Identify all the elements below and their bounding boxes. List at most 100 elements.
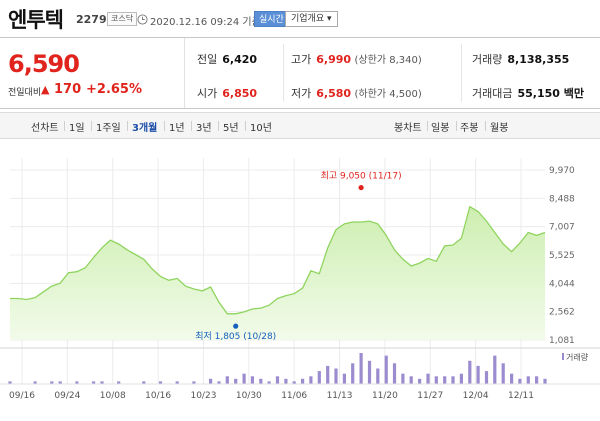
volume-bar (359, 353, 363, 384)
tab-separator (218, 121, 219, 131)
stat-label: 거래대금 (472, 87, 513, 100)
price-panel: 6,590 전일대비 ▲ 170 +2.65% (0, 38, 185, 108)
tab-3year[interactable]: 3년 (196, 119, 212, 134)
divider (283, 44, 284, 102)
volume-bar (259, 378, 263, 384)
volume-bar (426, 373, 430, 384)
y-tick-label: 7,007 (549, 223, 575, 233)
volume-bar (225, 376, 229, 385)
volume-bar (284, 378, 288, 384)
tab-separator (245, 121, 246, 131)
volume-legend-swatch (562, 353, 564, 360)
tab-separator (427, 121, 428, 131)
stock-header: 엔투텍 227950 코스닥 2020.12.16 09:24 기준(장중) 실… (0, 0, 600, 36)
chart-period-tabs: 선차트 1일 1주일 3개월 1년 3년 5년 10년 봉차트 일봉 주봉 월봉 (0, 112, 600, 139)
x-tick-label: 11/20 (372, 391, 398, 401)
volume-bar (275, 376, 280, 385)
tab-5year[interactable]: 5년 (223, 119, 239, 134)
volume-bar (317, 371, 321, 384)
stat-label: 고가 (291, 53, 312, 66)
y-tick-label: 5,525 (549, 251, 575, 261)
clock-icon (137, 14, 148, 25)
stat-value: 8,138,355 (507, 53, 570, 66)
x-tick-label: 11/06 (281, 391, 307, 401)
volume-bar (326, 365, 330, 384)
company-overview-dropdown[interactable]: 기업개요 ▾ (285, 11, 338, 27)
change-label: 전일대비 (8, 88, 42, 98)
stat-low: 저가 6,580 (하한가 4,500) (291, 85, 422, 101)
line-chart-label: 선차트 (31, 123, 59, 134)
tab-1week[interactable]: 1주일 (96, 119, 121, 134)
stat-trade-amount: 거래대금 55,150 백만 (472, 85, 584, 101)
stat-label: 저가 (291, 87, 312, 100)
tab-monthly-candle[interactable]: 월봉 (490, 119, 508, 134)
tab-separator (64, 121, 65, 131)
volume-bar (484, 371, 489, 384)
volume-bar (376, 368, 380, 384)
volume-bar (510, 373, 514, 384)
volume-bar (476, 365, 480, 384)
volume-bar (250, 376, 254, 385)
low-marker (233, 323, 239, 329)
stat-value: 6,580 (316, 87, 352, 100)
divider (461, 44, 462, 102)
volume-bar (342, 373, 346, 384)
volume-bar (351, 363, 355, 384)
tab-10year[interactable]: 10년 (250, 119, 272, 134)
x-tick-label: 10/16 (145, 391, 171, 401)
tab-3month[interactable]: 3개월 (132, 119, 157, 134)
realtime-button[interactable]: 실시간 (254, 11, 289, 27)
x-tick-label: 12/04 (463, 391, 489, 401)
tab-separator (91, 121, 92, 131)
volume-bar (234, 378, 238, 384)
x-tick-label: 12/11 (508, 391, 534, 401)
y-tick-label: 2,562 (549, 308, 575, 318)
y-tick-label: 9,970 (549, 166, 575, 176)
stat-high: 고가 6,990 (상한가 8,340) (291, 51, 422, 67)
volume-bar (409, 376, 413, 385)
volume-bar (367, 360, 372, 385)
volume-bar (459, 373, 463, 384)
price-chart[interactable]: 9,970 8,488 7,007 5,525 4,044 2,562 1,081 09/16… (0, 148, 600, 421)
volume-bar (443, 376, 447, 385)
stat-sub: (상한가 8,340) (354, 55, 422, 66)
volume-bar (242, 373, 246, 384)
tab-1year[interactable]: 1년 (169, 119, 185, 134)
y-tick-label: 4,044 (549, 279, 575, 289)
tab-separator (456, 121, 457, 131)
x-tick-label: 09/24 (54, 391, 80, 401)
tab-separator (127, 121, 128, 131)
volume-bar (468, 360, 472, 385)
stock-name: 엔투텍 (8, 8, 64, 32)
tab-1day[interactable]: 1일 (69, 119, 85, 134)
market-badge: 코스닥 (107, 12, 138, 26)
volume-bar (209, 378, 213, 384)
tab-separator (485, 121, 486, 131)
quote-summary: 6,590 전일대비 ▲ 170 +2.65% 전일 6,420 시가 6,850 … (0, 37, 600, 109)
volume-bar (301, 378, 305, 384)
volume-bar (334, 368, 338, 384)
up-arrow-icon: ▲ (41, 83, 50, 96)
x-tick-label: 11/27 (417, 391, 443, 401)
stat-sub: (하한가 4,500) (354, 89, 422, 100)
stat-label: 전일 (197, 53, 218, 66)
high-marker (358, 184, 364, 191)
stat-value: 6,850 (222, 87, 258, 100)
stat-label: 거래량 (472, 53, 503, 66)
tab-daily-candle[interactable]: 일봉 (431, 119, 449, 134)
volume-bar (526, 376, 530, 385)
x-tick-label: 11/13 (327, 391, 353, 401)
x-tick-label: 10/23 (190, 391, 216, 401)
low-annotation: 최저 1,805 (10/28) (195, 331, 276, 342)
change-percent: +2.65% (86, 82, 142, 97)
candle-chart-label: 봉차트 (394, 123, 422, 134)
price-chart-svg: 9,970 8,488 7,007 5,525 4,044 2,562 1,081 09/16… (0, 158, 600, 401)
volume-bar (384, 355, 388, 384)
stat-value: 55,150 백만 (517, 87, 585, 100)
volume-bar (518, 378, 522, 384)
stat-open: 시가 6,850 (197, 85, 257, 101)
stat-prev-close: 전일 6,420 (197, 51, 257, 67)
y-tick-label: 8,488 (549, 194, 575, 204)
tab-weekly-candle[interactable]: 주봉 (460, 119, 478, 134)
x-tick-label: 10/08 (100, 391, 126, 401)
